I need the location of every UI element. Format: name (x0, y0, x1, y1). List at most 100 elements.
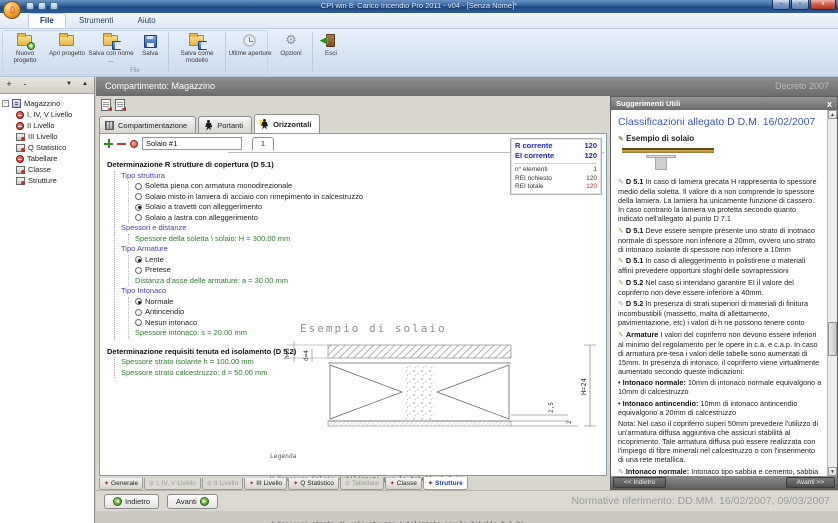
quick-access-icon[interactable] (38, 2, 46, 10)
tab-compartimentazione[interactable]: Compartimentazione (99, 116, 196, 133)
salva-con-nome-button[interactable]: Salva con nome ... (88, 31, 134, 64)
tab-orizzontali[interactable]: Orizzontali (254, 114, 320, 133)
bottom-tab-classe[interactable]: ✦Classe (385, 478, 422, 490)
close-icon[interactable]: x (827, 99, 832, 109)
suggestion-bullet: • Intonaco normale: 10mm di intonaco nor… (618, 378, 822, 396)
remove-solaio-icon[interactable] (117, 139, 126, 148)
suggestions-nav: << Indietro Avanti >> (611, 476, 837, 489)
t-beam-diagram (622, 146, 718, 170)
menu-tab-strumenti[interactable]: Strumenti (68, 14, 124, 27)
quick-access-icon[interactable] (26, 2, 34, 10)
project-tree-panel: + - ▼ ▲ - Magazzino I, IV, V Livello II … (0, 77, 95, 523)
gear-icon: ⚙ (282, 32, 300, 49)
svg-text:2: 2 (566, 420, 573, 424)
minimize-button[interactable]: ‒ (772, 0, 790, 10)
nuovo-progetto-button[interactable]: + Nuovo progetto (4, 31, 46, 64)
bottom-tab-generale[interactable]: ✦Generale (99, 478, 143, 490)
scroll-thumb[interactable] (828, 322, 837, 356)
radio-option[interactable]: Lente (135, 255, 442, 266)
collapse-icon[interactable]: - (2, 100, 9, 107)
pencil-icon: ✎ (618, 469, 624, 476)
salva-button[interactable]: Salva (134, 31, 166, 57)
radio-icon[interactable] (135, 298, 142, 305)
suggestions-back-button[interactable]: << Indietro (613, 477, 666, 488)
bottom-tab-livello-3[interactable]: ✦III Livello (244, 478, 287, 490)
tree-node-livello-2[interactable]: II Livello (2, 120, 92, 131)
save-icon (141, 32, 159, 49)
compartment-header: Compartimento: Magazzino Decreto 2007 (96, 77, 838, 96)
bottom-tab-livelli-1-4-5: ⊘I, IV, V Livello (144, 478, 201, 490)
normative-status: Normative riferimento: DD.MM. 16/02/2007… (571, 495, 830, 507)
tree-remove-button[interactable]: - (19, 79, 31, 91)
copy-icon[interactable] (101, 99, 111, 111)
radio-option[interactable]: Normale (135, 297, 442, 308)
radio-option[interactable]: Soletta piena con armatura monodireziona… (135, 181, 442, 192)
quick-access-icon[interactable] (50, 2, 58, 10)
ribbon: File + Nuovo progetto Apri progetto Salv… (0, 29, 838, 77)
tree-node-tabellare[interactable]: Tabellare (2, 153, 92, 164)
level-gray-icon (16, 177, 25, 185)
avanti-button[interactable]: Avanti ▸ (167, 494, 218, 509)
tree-move-up-button[interactable]: ▲ (79, 79, 91, 91)
pencil-icon: ✎ (618, 179, 624, 186)
scroll-down-icon[interactable]: ▼ (828, 467, 837, 476)
bullet-icon: • (618, 378, 621, 387)
tree-node-livello-3[interactable]: III Livello (2, 131, 92, 142)
bottom-tab-q-statistico[interactable]: ✦Q Statistico (288, 478, 339, 490)
maximize-button[interactable]: ▫ (791, 0, 809, 10)
menu-tab-aiuto[interactable]: Aiuto (126, 14, 166, 27)
tree-move-down-button[interactable]: ▼ (63, 79, 75, 91)
indietro-button[interactable]: ◂ Indietro (104, 494, 159, 509)
person-icon (203, 120, 214, 131)
radio-icon[interactable] (135, 319, 142, 326)
bottom-tab-strip: ✦Generale ⊘I, IV, V Livello ⊘II Livello … (99, 477, 607, 490)
level-red-icon (16, 155, 24, 163)
radio-option[interactable]: Solaio a travetti con alleggerimento (135, 202, 442, 213)
tree-node-q-statistico[interactable]: Q Statistico (2, 142, 92, 153)
apri-progetto-button[interactable]: Apri progetto (46, 31, 88, 57)
titlebar: CPI win 8: Carico Incendio Pro 2011 - v0… (0, 0, 838, 13)
suggestions-scrollbar[interactable]: ▲ ▼ (827, 110, 837, 476)
tab-portanti[interactable]: Portanti (198, 116, 252, 133)
salva-come-modello-button[interactable]: Salva come modello (171, 31, 223, 64)
radio-icon[interactable] (135, 183, 142, 190)
save-template-icon (188, 32, 206, 49)
page-tab-1[interactable]: 1 (252, 137, 274, 150)
value-distanza-armature: Distanza d'asse delle armature: a = 30.0… (135, 276, 442, 287)
project-tree: - Magazzino I, IV, V Livello II Livello … (0, 94, 94, 190)
bottom-tab-strutture[interactable]: ✦Strutture (423, 477, 468, 490)
paste-icon[interactable] (115, 99, 125, 111)
app-logo-icon[interactable] (3, 1, 21, 19)
menu-tab-file[interactable]: File (28, 13, 66, 28)
radio-option[interactable]: Antincendio (135, 307, 442, 318)
section-title: Determinazione R strutture di copertura … (107, 160, 442, 171)
radio-icon[interactable] (135, 204, 142, 211)
window-controls: ‒ ▫ x (772, 0, 836, 10)
radio-icon[interactable] (135, 267, 142, 274)
tree-add-button[interactable]: + (3, 79, 15, 91)
footer: ◂ Indietro Avanti ▸ Normative riferiment… (96, 490, 838, 511)
close-button[interactable]: x (810, 0, 836, 10)
record-dot-icon[interactable] (130, 140, 138, 148)
radio-option[interactable]: Solaio misto in lamiera di acciaio con r… (135, 192, 442, 203)
radio-option[interactable]: Pretese (135, 265, 442, 276)
suggestion-paragraph: ✎ D 5.1 In caso di alleggerimento in pol… (618, 256, 822, 275)
suggestions-body: Classificazioni allegato D D.M. 16/02/20… (611, 110, 827, 476)
scroll-up-icon[interactable]: ▲ (828, 110, 837, 119)
radio-icon[interactable] (135, 214, 142, 221)
radio-icon[interactable] (135, 256, 142, 263)
suggestions-next-button[interactable]: Avanti >> (786, 477, 835, 488)
radio-icon[interactable] (135, 309, 142, 316)
add-solaio-icon[interactable] (104, 139, 113, 148)
radio-icon[interactable] (135, 193, 142, 200)
ultime-aperture-button[interactable]: Ultime aperture (228, 31, 272, 57)
radio-option[interactable]: Solaio a lastra con alleggerimento (135, 213, 442, 224)
tree-node-root[interactable]: - Magazzino (2, 98, 92, 109)
solaio-select[interactable]: Solaio #1 (142, 137, 242, 150)
compartment-grid-icon (104, 120, 115, 131)
opzioni-button[interactable]: ⚙ Opzioni (272, 31, 310, 57)
esci-button[interactable]: ◀ Esci (315, 31, 347, 57)
tree-node-livelli-1-4-5[interactable]: I, IV, V Livello (2, 109, 92, 120)
tree-node-strutture[interactable]: Strutture (2, 175, 92, 186)
tree-node-classe[interactable]: Classe (2, 164, 92, 175)
